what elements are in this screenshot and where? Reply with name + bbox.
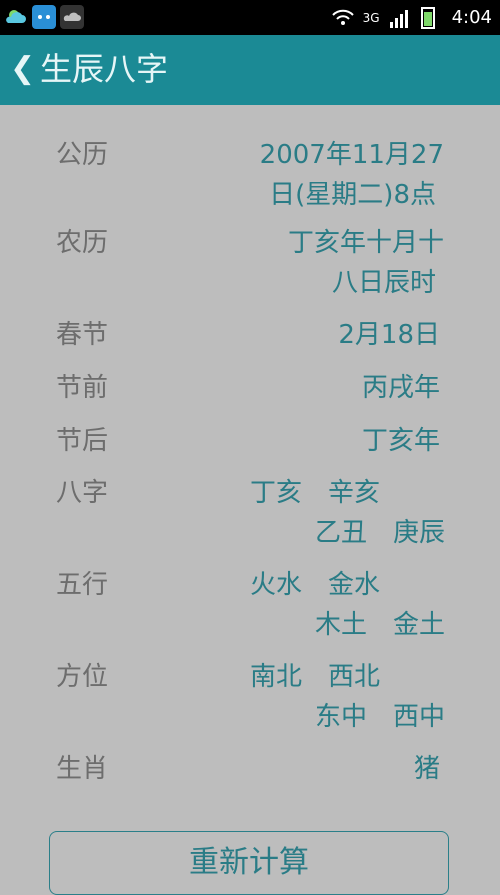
signal-icon bbox=[388, 6, 412, 30]
birth-info-panel: 公历 2007年11月27 日(星期二)8点 农历 丁亥年十月十 八日辰时 春节… bbox=[0, 105, 500, 895]
label-direction: 方位 bbox=[56, 662, 109, 692]
value-bazi: 丁亥 辛亥 乙丑 庚辰 bbox=[250, 478, 445, 548]
label-wuxing: 五行 bbox=[56, 570, 109, 600]
value-solar: 2007年11月27 日(星期二)8点 bbox=[259, 140, 444, 210]
battery-icon bbox=[420, 6, 444, 30]
recalculate-button[interactable]: 重新计算 bbox=[49, 831, 449, 895]
network-type: 3G bbox=[362, 10, 380, 25]
label-after: 节后 bbox=[56, 426, 109, 456]
notification-icons bbox=[4, 5, 84, 29]
cloud-icon bbox=[60, 5, 84, 29]
status-bar: 3G 4:04 bbox=[0, 0, 500, 35]
baidu-app-icon bbox=[32, 5, 56, 29]
app-bar: ❮ 生辰八字 bbox=[0, 35, 500, 105]
value-wuxing: 火水 金水 木土 金土 bbox=[250, 570, 445, 640]
page-title: 生辰八字 bbox=[40, 50, 169, 88]
value-before: 丙戌年 bbox=[361, 373, 440, 403]
value-spring: 2月18日 bbox=[338, 320, 440, 350]
value-direction: 南北 西北 东中 西中 bbox=[250, 662, 445, 732]
label-bazi: 八字 bbox=[56, 478, 109, 508]
status-right: 3G 4:04 bbox=[331, 0, 492, 35]
label-before: 节前 bbox=[56, 373, 109, 403]
label-spring: 春节 bbox=[56, 320, 109, 350]
weather-icon bbox=[4, 5, 28, 29]
value-zodiac: 猪 bbox=[413, 754, 440, 784]
value-lunar: 丁亥年十月十 八日辰时 bbox=[287, 228, 444, 298]
label-lunar: 农历 bbox=[56, 228, 109, 258]
clock: 4:04 bbox=[451, 7, 492, 28]
value-after: 丁亥年 bbox=[361, 426, 440, 456]
wifi-icon bbox=[331, 6, 355, 30]
back-chevron-icon[interactable]: ❮ bbox=[10, 51, 35, 87]
label-zodiac: 生肖 bbox=[56, 754, 109, 784]
label-solar: 公历 bbox=[56, 140, 109, 170]
